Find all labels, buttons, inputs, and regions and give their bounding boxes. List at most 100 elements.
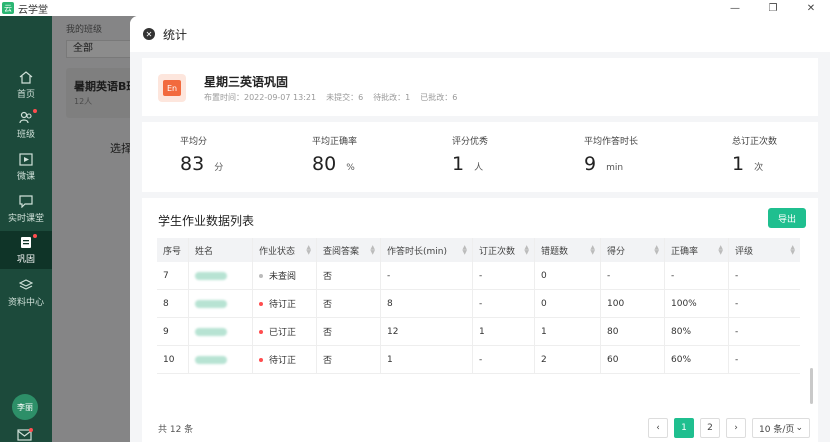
table-row[interactable]: 9 已订正 否 12 1 1 80 80% - [157, 318, 800, 346]
column-header-label: 正确率 [671, 246, 699, 257]
export-button[interactable]: 导出 [768, 208, 806, 228]
sort-icon[interactable]: ▲ ▼ [790, 245, 795, 256]
table-cell: 1 [473, 318, 535, 345]
table-cell: 8 [157, 290, 189, 317]
column-header[interactable]: 查阅答案 ▲ ▼ [317, 238, 381, 262]
page-button-1[interactable]: 1 [674, 418, 694, 438]
column-header[interactable]: 作业状态 ▲ ▼ [253, 238, 317, 262]
status-dot-icon [259, 357, 263, 362]
table-cell: - [601, 262, 665, 289]
sort-icon[interactable]: ▲ ▼ [370, 245, 375, 256]
not-submitted-count: 未提交：6 [326, 93, 364, 102]
student-name [195, 355, 227, 364]
avatar[interactable]: 李丽 [12, 394, 38, 420]
sort-icon[interactable]: ▲ ▼ [718, 245, 723, 256]
sidebar-item-home[interactable]: 首页 [0, 66, 52, 104]
sort-icon[interactable]: ▲ ▼ [590, 245, 595, 256]
prev-page-button[interactable]: ‹ [648, 418, 668, 438]
table-row[interactable]: 7 未查阅 否 - - 0 - - - [157, 262, 800, 290]
table-cell: 否 [317, 346, 381, 373]
stat-unit: min [606, 163, 624, 173]
stat-average-score: 平均分 83 分 [180, 134, 223, 175]
rating: - [735, 298, 739, 309]
home-icon [18, 71, 34, 85]
score: 80 [607, 326, 619, 337]
column-header[interactable]: 错题数 ▲ ▼ [535, 238, 601, 262]
column-header: 序号 [157, 238, 189, 262]
table-cell: 10 [157, 346, 189, 373]
pagination-bar: 共 12 条 ‹ 1 2 › 10 条/页 ⌄ [142, 418, 818, 442]
table-row[interactable]: 10 待订正 否 1 - 2 60 60% - [157, 346, 800, 374]
column-header[interactable]: 订正次数 ▲ ▼ [473, 238, 535, 262]
homework-status: 已订正 [269, 328, 297, 338]
next-page-button[interactable]: › [726, 418, 746, 438]
student-table: 序号 姓名 作业状态 ▲ ▼ 查阅答案 ▲ ▼ 作答时长(min) ▲ ▼ 订正次数 ▲ ▼ 错… [157, 238, 813, 404]
sort-icon[interactable]: ▲ ▼ [524, 245, 529, 256]
column-header[interactable]: 作答时长(min) ▲ ▼ [381, 238, 473, 262]
sidebar-item-live-class[interactable]: 实时课堂 [0, 190, 52, 228]
column-header[interactable]: 评级 ▲ ▼ [729, 238, 800, 262]
total-count: 共 12 条 [158, 425, 194, 435]
stat-label: 平均分 [180, 137, 208, 147]
homework-meta: 布置时间：2022-09-07 13:21 未提交：6 待批改：1 已批改：6 [204, 92, 457, 103]
table-cell: - [729, 290, 800, 317]
stat-total-corrections: 总订正次数 1次 [732, 134, 777, 175]
row-number: 10 [163, 354, 175, 365]
sidebar-item-class[interactable]: 班级 [0, 106, 52, 144]
sort-icon[interactable]: ▲ ▼ [306, 245, 311, 256]
minimize-button[interactable]: — [716, 0, 754, 16]
column-header[interactable]: 正确率 ▲ ▼ [665, 238, 729, 262]
chevron-down-icon: ⌄ [795, 423, 803, 433]
table-cell: 60 [601, 346, 665, 373]
score: 100 [607, 298, 625, 309]
stat-label: 平均作答时长 [584, 137, 639, 147]
sidebar-item-microlesson[interactable]: 微课 [0, 148, 52, 186]
notification-dot [33, 233, 37, 238]
stat-excellent-count: 评分优秀 1人 [452, 134, 488, 175]
sort-icon[interactable]: ▲ ▼ [654, 245, 659, 256]
table-cell: - [473, 290, 535, 317]
mail-icon[interactable] [17, 428, 33, 442]
sidebar-item-consolidate[interactable]: 巩固 [0, 231, 52, 269]
table-cell: - [665, 262, 729, 289]
sort-icon[interactable]: ▲ ▼ [462, 245, 467, 256]
column-header-label: 得分 [607, 246, 626, 257]
clipboard-icon [18, 233, 37, 250]
column-header[interactable]: 得分 ▲ ▼ [601, 238, 665, 262]
correction-count: - [479, 298, 483, 309]
student-name [195, 299, 227, 308]
users-icon [18, 108, 37, 125]
rating: - [735, 354, 739, 365]
table-cell: 1 [535, 318, 601, 345]
table-cell: 0 [535, 290, 601, 317]
table-cell [189, 346, 253, 373]
table-scrollbar[interactable] [810, 368, 813, 404]
page-size-select[interactable]: 10 条/页 ⌄ [752, 418, 810, 438]
status-dot-icon [259, 301, 263, 306]
homework-info-card: En 星期三英语巩固 布置时间：2022-09-07 13:21 未提交：6 待… [142, 58, 818, 116]
statistics-drawer: ✕ 统计 En 星期三英语巩固 布置时间：2022-09-07 13:21 未提… [130, 16, 830, 442]
table-cell: 100% [665, 290, 729, 317]
accuracy: 60% [671, 354, 692, 365]
row-number: 8 [163, 298, 169, 309]
student-name [195, 327, 227, 336]
column-header-label: 作业状态 [259, 246, 296, 257]
table-cell: 已订正 [253, 318, 317, 345]
table-row[interactable]: 8 待订正 否 8 - 0 100 100% - [157, 290, 800, 318]
close-icon[interactable]: ✕ [143, 28, 155, 40]
subject-badge: En [163, 80, 181, 96]
sidebar-item-resources[interactable]: 资料中心 [0, 274, 52, 312]
close-window-button[interactable]: ✕ [792, 0, 830, 16]
restore-button[interactable]: ❐ [754, 0, 792, 16]
app-title: 云学堂 [18, 4, 48, 16]
drawer-header: ✕ 统计 [130, 16, 830, 52]
correction-count: - [479, 354, 483, 365]
page-button-2[interactable]: 2 [700, 418, 720, 438]
accuracy: 100% [671, 298, 697, 309]
pagination: ‹ 1 2 › 10 条/页 ⌄ [648, 418, 810, 438]
table-cell [189, 290, 253, 317]
accuracy: - [671, 270, 675, 281]
sidebar-item-label: 实时课堂 [7, 213, 44, 224]
table-cell: 60% [665, 346, 729, 373]
sidebar-item-label: 班级 [16, 129, 35, 140]
